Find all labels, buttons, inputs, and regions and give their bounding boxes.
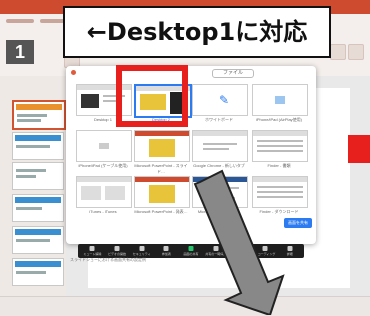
- unmute-button[interactable]: ミュート解除: [80, 245, 105, 257]
- screen-preview: [134, 176, 190, 208]
- toolbar-label: レコーディング: [254, 252, 276, 256]
- status-bar: [0, 296, 370, 316]
- highlight-box: [116, 65, 188, 127]
- more-button[interactable]: 詳細: [277, 245, 302, 257]
- toolbar-label: セキュリティ: [132, 252, 151, 256]
- screen-preview: [192, 176, 248, 208]
- slide-number-badge: 1: [6, 40, 34, 64]
- annotation-banner: ←Desktop1に対応: [63, 6, 331, 58]
- toolbar-label: 画面の共有: [183, 252, 199, 256]
- close-icon[interactable]: [71, 70, 76, 75]
- screen-preview: [134, 130, 190, 162]
- share-option-chrome[interactable]: Google Chrome - 新しいタブ: [190, 128, 248, 172]
- share-option-word[interactable]: Microsoft Word - 資料…: [190, 174, 248, 218]
- share-screen-dialog: ファイル Desktop 1 Desktop 2 ✎ ホワイトボード iPhon…: [66, 66, 316, 244]
- slide-red-shape: [348, 135, 370, 163]
- ribbon-tool[interactable]: [330, 44, 346, 60]
- people-icon: [163, 246, 169, 251]
- share-option-label: Finder - ダウンロード: [259, 209, 299, 214]
- slide-thumbnail[interactable]: [12, 194, 64, 222]
- ribbon-tool[interactable]: [348, 44, 364, 60]
- share-option-label: Google Chrome - 新しいタブ: [193, 163, 245, 168]
- shield-icon: [139, 246, 145, 251]
- screen-preview: [192, 130, 248, 162]
- dialog-tab[interactable]: ファイル: [212, 69, 254, 78]
- toolbar-label: 詳細: [286, 252, 293, 256]
- pencil-icon: ✎: [219, 93, 230, 107]
- meeting-toolbar: ミュート解除 ビデオの開始 セキュリティ 参加者 画面の共有 共有の一時停止 共…: [78, 244, 304, 258]
- pause-share-button[interactable]: 共有の一時停止: [203, 245, 228, 257]
- share-option-label: iTunes - iTunes: [89, 209, 117, 214]
- toolbar-label: 参加者: [161, 252, 171, 256]
- slide-caption: スライドショーにおける画面共有の設定例: [70, 257, 146, 262]
- slide-thumbnail[interactable]: [12, 162, 64, 190]
- share-option-label: ホワイトボード: [205, 117, 233, 122]
- share-screen-button[interactable]: 画面を共有: [284, 218, 312, 228]
- slide-thumbnail[interactable]: [12, 226, 64, 254]
- slide-thumbnail-panel: [0, 76, 67, 296]
- share-option-label: iPhone/iPad (AirPlay使用): [255, 117, 303, 122]
- toolbar-label: 共有の一時停止: [205, 252, 227, 256]
- share-option-label: Finder - 書類: [267, 163, 291, 168]
- pause-icon: [213, 246, 219, 251]
- toolbar-label: ビデオの開始: [108, 252, 127, 256]
- slide-thumbnail[interactable]: [12, 132, 64, 160]
- screen-preview: [252, 84, 308, 116]
- share-option-label: Microsoft Word - 資料…: [197, 209, 241, 214]
- start-video-button[interactable]: ビデオの開始: [105, 245, 130, 257]
- share-option-iphone-cable[interactable]: iPhone/iPad (ケーブル使用): [74, 128, 132, 172]
- share-option-powerpoint-2[interactable]: Microsoft PowerPoint - 発表…: [132, 174, 190, 218]
- screen-preview: [252, 176, 308, 208]
- slide-thumbnail[interactable]: [12, 258, 64, 286]
- participants-button[interactable]: 参加者: [154, 245, 179, 257]
- microphone-icon: [89, 246, 95, 251]
- share-option-label: Microsoft PowerPoint - 発表…: [134, 209, 188, 214]
- record-icon: [262, 246, 268, 251]
- share-option-finder[interactable]: Finder - 書類: [250, 128, 308, 172]
- annotation-label: ←Desktop1に対応: [86, 18, 308, 46]
- share-option-powerpoint[interactable]: Microsoft PowerPoint - スライド…: [132, 128, 190, 174]
- toolbar-label: ミュート解除: [83, 252, 102, 256]
- share-option-finder-downloads[interactable]: Finder - ダウンロード: [250, 174, 308, 218]
- share-option-iphone-airplay[interactable]: iPhone/iPad (AirPlay使用): [250, 82, 308, 126]
- screen-preview: ✎: [192, 84, 248, 116]
- record-button[interactable]: レコーディング: [253, 245, 278, 257]
- stop-icon: [237, 246, 243, 251]
- camera-icon: [114, 246, 120, 251]
- share-option-label: iPhone/iPad (ケーブル使用): [78, 163, 128, 168]
- stop-share-button[interactable]: 共有の停止: [228, 245, 253, 257]
- share-option-whiteboard[interactable]: ✎ ホワイトボード: [190, 82, 248, 126]
- ellipsis-icon: [287, 246, 293, 251]
- ribbon-tab[interactable]: [6, 19, 34, 23]
- toolbar-label: 共有の停止: [232, 252, 248, 256]
- share-screen-toolbar-button[interactable]: 画面の共有: [179, 245, 204, 257]
- share-arrow-icon: [188, 246, 194, 251]
- share-option-itunes[interactable]: iTunes - iTunes: [74, 174, 132, 218]
- security-button[interactable]: セキュリティ: [129, 245, 154, 257]
- screen-preview: [76, 130, 132, 162]
- slide-thumbnail[interactable]: [12, 100, 66, 130]
- screen-preview: [76, 176, 132, 208]
- screen-preview: [252, 130, 308, 162]
